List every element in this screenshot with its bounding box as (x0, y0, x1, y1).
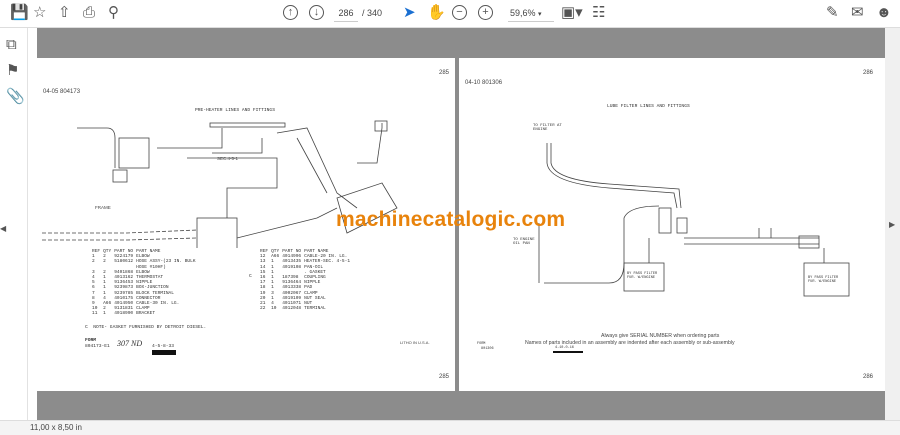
fill-sign-icon[interactable]: ✎ (826, 4, 839, 22)
parts-cell: HOSE ASSY-(23 IN. BULK (136, 259, 196, 265)
diagram-part (676, 217, 688, 234)
parts-cell: 4019108 (282, 264, 302, 270)
account-icon[interactable]: ☻ (876, 4, 892, 22)
diagram-frame-line (42, 229, 198, 241)
attachments-icon[interactable]: 📎 (6, 88, 25, 106)
to-engine-label: TO ENGINE OIL PAN (513, 238, 535, 246)
diagram-line (550, 143, 682, 209)
diagram-part (112, 169, 128, 183)
zoom-out-icon[interactable]: − (452, 5, 467, 20)
redaction-bar (152, 350, 176, 355)
section-label: SEC.4-5-1 (217, 156, 239, 161)
litho-label: LITHO IN U.S.A. (400, 340, 430, 345)
fit-page-icon[interactable]: ▣▾ (561, 4, 583, 22)
parts-table-a: REF QTY PART NO PART NAME 1 2 9224179 ELBOW 2 2 51… (92, 249, 199, 317)
vertical-scrollbar[interactable]: ▶ (885, 28, 900, 420)
page-thumbnails-icon[interactable]: ⧉ (6, 36, 17, 54)
diagram-part (658, 207, 672, 234)
parts-cell: 9239873 (114, 285, 134, 291)
status-bar: 11,00 x 8,50 in (0, 420, 900, 435)
parts-cell: 1 (103, 311, 106, 317)
diagram-line (157, 128, 263, 154)
star-bookmark-icon[interactable]: ☆ (33, 4, 46, 22)
email-icon[interactable]: ✉ (851, 4, 864, 22)
page-number-bottom: 285 (439, 374, 450, 380)
parts-row: 22 10 4012048 TERMINAL (260, 306, 353, 311)
parts-cell: 5180612 (114, 259, 134, 265)
diagram-line (758, 228, 772, 238)
print-icon[interactable]: ⎙ (83, 4, 95, 22)
page-size: 11,00 x 8,50 in (30, 423, 82, 432)
parts-row: 11 1 4018990 BRACKET (92, 311, 199, 316)
select-cursor-icon[interactable]: ➤ (403, 4, 416, 22)
handwritten-note: 307 ND (117, 339, 143, 348)
diagram-line (77, 127, 116, 168)
search-icon[interactable]: ⚲ (108, 4, 119, 22)
parts-cell: 10 (271, 306, 277, 312)
parts-row: 13 1 4013435 HEATER-SEC. 4-5-1 (260, 259, 353, 264)
diagram-line (236, 207, 338, 239)
page-total: / 340 (362, 8, 383, 18)
diagram-part (374, 120, 388, 132)
left-navigation-rail: ⧉ ⚑ 📎 ◀ (0, 28, 28, 420)
c-marker: C (249, 274, 252, 279)
diagram-line (546, 143, 678, 209)
form-label: FORM (477, 342, 486, 346)
cloud-upload-icon[interactable]: ⇧ (58, 4, 71, 22)
parts-cell: 4012048 (282, 306, 302, 312)
parts-cell: 4013338 (282, 285, 302, 291)
diagram-part (196, 217, 238, 248)
diagram-part (118, 137, 150, 169)
date-code: 4-5-8-33 (152, 344, 175, 349)
date-code: 4-10-0-16 (555, 346, 574, 350)
underline-mark (553, 351, 583, 353)
to-filter-label: TO FILTER AT ENGINE (533, 124, 562, 132)
hand-tool-icon[interactable]: ✋ (427, 4, 446, 22)
bookmarks-icon[interactable]: ⚑ (6, 62, 19, 80)
diagram-line (357, 123, 383, 164)
parts-cell: 11 (92, 311, 98, 317)
parts-cell: 4018990 (114, 311, 134, 317)
diagram-line (276, 127, 358, 209)
diagram-line (648, 238, 825, 263)
parts-cell: 4013435 (282, 259, 302, 265)
parts-cell: 22 (260, 306, 266, 312)
serial-number-notice: Always give SERIAL NUMBER when ordering … (601, 333, 720, 339)
parts-cell: HEATER-SEC. 4-5-1 (304, 259, 351, 265)
watermark: machinecatalogic.com (336, 208, 566, 231)
chevron-down-icon: ▾ (538, 11, 542, 18)
save-icon[interactable]: 💾 (10, 4, 29, 22)
zoom-in-icon[interactable]: + (478, 5, 493, 20)
bypass-filter-label-2: BY PASS FILTER FUR. W/ENGINE (808, 276, 839, 284)
form-number: 801306 (481, 347, 494, 351)
parts-cell: BRACKET (136, 311, 156, 317)
zoom-value: 59,6% (510, 8, 536, 18)
parts-table-b: REF QTY PART NO PART NAME 12 A66 4014996 CABLE-… (260, 249, 353, 311)
note: C NOTE- GASKET FURNISHED BY DETROIT DIES… (85, 325, 207, 330)
page-number-bottom: 286 (863, 374, 874, 380)
parts-cell: TERMINAL (304, 306, 326, 312)
previous-page-icon[interactable]: ↑ (283, 5, 298, 20)
diagram-part (209, 122, 286, 128)
frame-label: FRAME (95, 205, 111, 210)
bypass-filter-label-1: BY PASS FILTER FUR. W/ENGINE (627, 272, 658, 280)
collapse-left-arrow-icon[interactable]: ◀ (0, 220, 6, 238)
page-number-input[interactable]: 286 (334, 6, 358, 22)
expand-right-arrow-icon[interactable]: ▶ (889, 220, 895, 229)
form-label: FORM (85, 338, 97, 343)
scroll-mode-icon[interactable]: ☷ (592, 4, 605, 22)
form-number: 804173-E1 (85, 344, 110, 349)
toolbar: 💾 ☆ ⇧ ⎙ ⚲ ↑ ↓ 286 / 340 ➤ ✋ − + 59,6% ▾ … (0, 0, 900, 28)
next-page-icon[interactable]: ↓ (309, 5, 324, 20)
diagram-line (187, 157, 278, 218)
zoom-level-select[interactable]: 59,6% ▾ (508, 6, 554, 22)
